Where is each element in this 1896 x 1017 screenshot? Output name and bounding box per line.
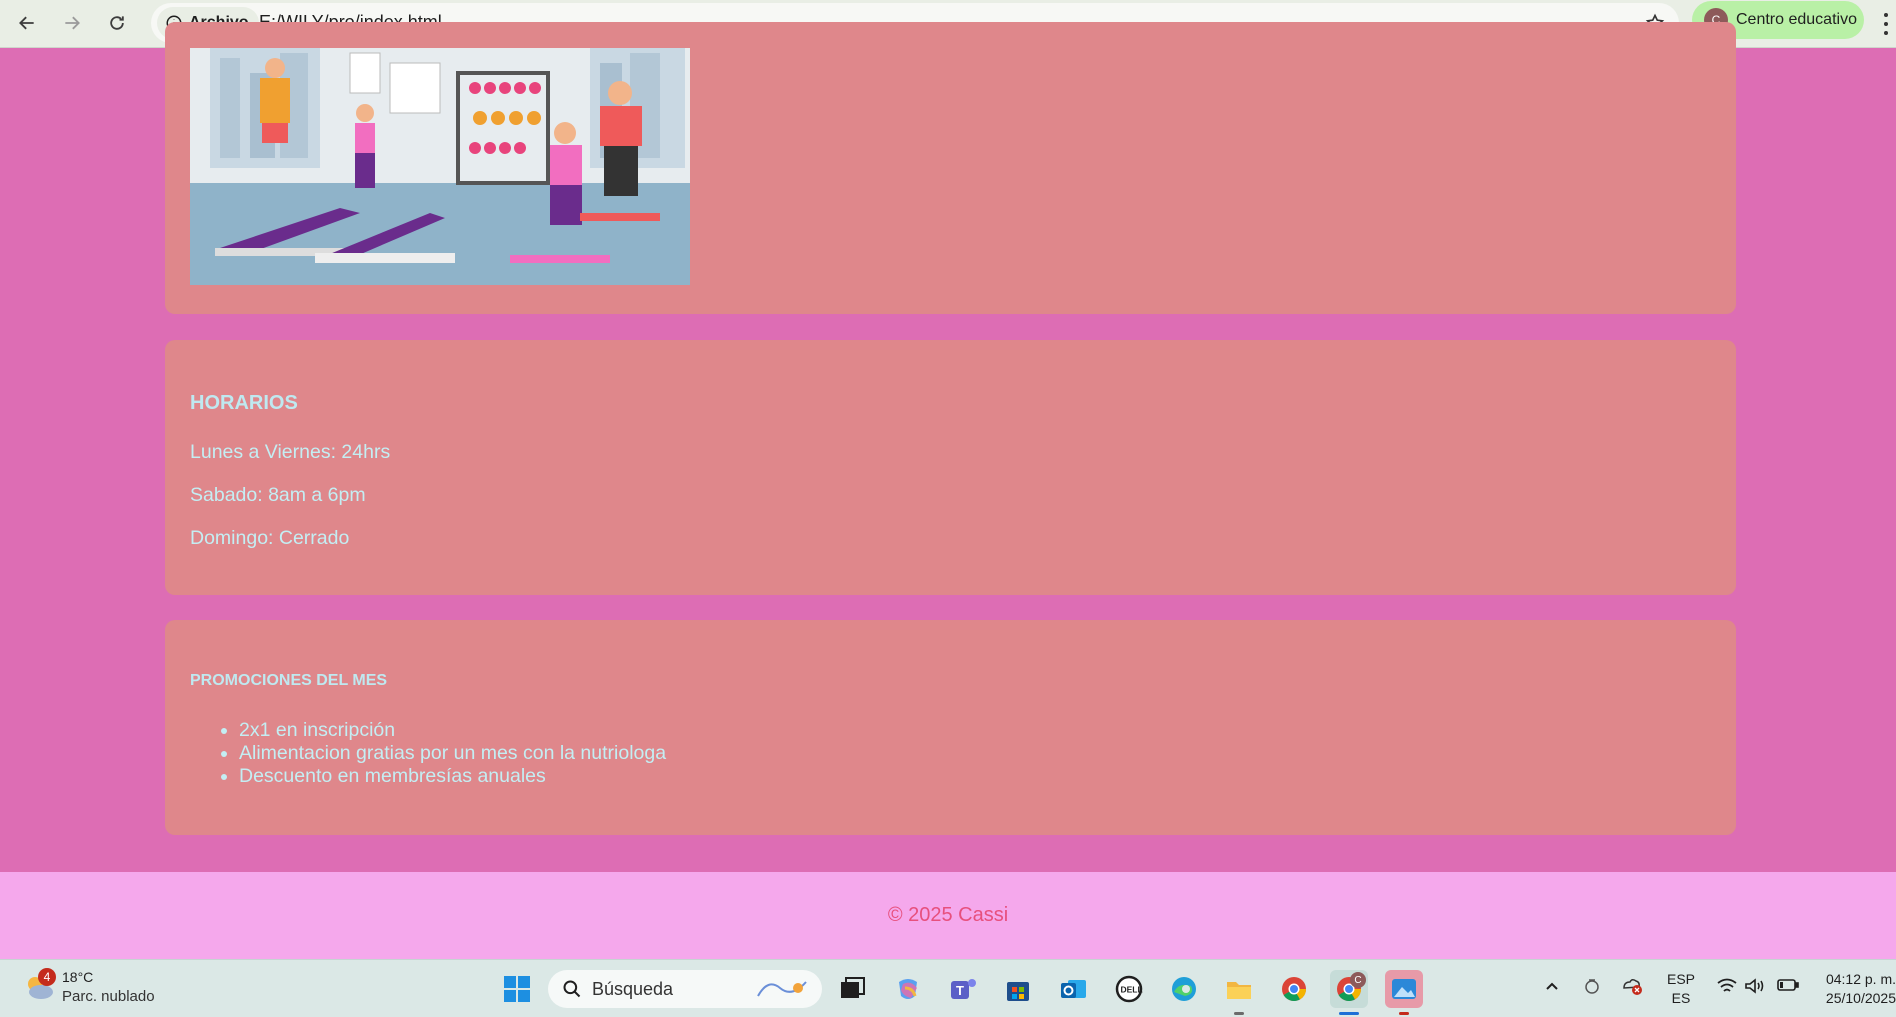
active-indicator bbox=[1339, 1012, 1359, 1015]
chrome-profile-icon[interactable]: C bbox=[1330, 970, 1368, 1008]
hero-card bbox=[165, 22, 1736, 314]
teams-icon[interactable]: T bbox=[944, 970, 982, 1008]
list-item: 2x1 en inscripción bbox=[239, 719, 666, 742]
schedule-card: HORARIOS Lunes a Viernes: 24hrs Sabado: … bbox=[165, 340, 1736, 595]
svg-text:DELL: DELL bbox=[1121, 985, 1143, 995]
back-arrow-icon[interactable] bbox=[10, 6, 44, 40]
edge-icon[interactable] bbox=[1165, 970, 1203, 1008]
language-line1: ESP bbox=[1667, 971, 1696, 987]
windows-start-icon[interactable] bbox=[498, 970, 536, 1008]
partly-cloudy-icon: 4 bbox=[22, 968, 56, 1004]
page-footer: © 2025 Cassi bbox=[0, 872, 1896, 959]
battery-icon[interactable] bbox=[1777, 978, 1799, 995]
promotions-list: 2x1 en inscripción Alimentacion gratias … bbox=[239, 719, 666, 788]
clock[interactable]: 04:12 p. m. 25/10/2025 bbox=[1818, 970, 1896, 1008]
gym-illustration-image bbox=[190, 48, 690, 285]
language-line2: ES bbox=[1671, 990, 1691, 1006]
search-placeholder: Búsqueda bbox=[592, 978, 674, 999]
store-icon[interactable] bbox=[999, 970, 1037, 1008]
chevron-up-icon[interactable] bbox=[1544, 978, 1560, 997]
security-alert-icon[interactable] bbox=[1621, 976, 1643, 999]
volume-icon[interactable] bbox=[1744, 977, 1766, 998]
outlook-icon[interactable] bbox=[1054, 970, 1092, 1008]
taskbar: 4 18°C Parc. nublado Búsqueda T DELL C E… bbox=[0, 959, 1896, 1017]
clock-date: 25/10/2025 bbox=[1825, 990, 1896, 1006]
promotions-title: PROMOCIONES DEL MES bbox=[190, 672, 388, 689]
svg-text:T: T bbox=[956, 983, 964, 998]
copilot-icon[interactable] bbox=[889, 970, 927, 1008]
search-icon bbox=[563, 980, 581, 998]
menu-kebab-icon[interactable] bbox=[1880, 8, 1892, 40]
schedule-saturday: Sabado: 8am a 6pm bbox=[190, 484, 366, 506]
file-explorer-icon[interactable] bbox=[1220, 970, 1258, 1008]
weather-temp: 18°C bbox=[62, 969, 94, 985]
chrome-icon[interactable] bbox=[1275, 970, 1313, 1008]
weather-desc: Parc. nublado bbox=[62, 988, 155, 1005]
list-item: Descuento en membresías anuales bbox=[239, 765, 666, 788]
search-highlight-icon bbox=[757, 981, 807, 997]
taskbar-search[interactable]: Búsqueda bbox=[548, 970, 822, 1008]
clock-time: 04:12 p. m. bbox=[1825, 971, 1896, 987]
weather-badge: 4 bbox=[38, 968, 56, 986]
language-indicator[interactable]: ESP ES bbox=[1667, 970, 1695, 1008]
running-indicator bbox=[1234, 1012, 1244, 1015]
onedrive-sync-icon[interactable] bbox=[1582, 976, 1602, 999]
wifi-icon[interactable] bbox=[1716, 977, 1738, 998]
task-view-icon[interactable] bbox=[833, 970, 871, 1008]
promotions-card: PROMOCIONES DEL MES 2x1 en inscripción A… bbox=[165, 620, 1736, 835]
schedule-sunday: Domingo: Cerrado bbox=[190, 527, 350, 549]
footer-copyright: © 2025 Cassi bbox=[887, 904, 1009, 926]
list-item: Alimentacion gratias por un mes con la n… bbox=[239, 742, 666, 765]
chrome-profile-badge: C bbox=[1350, 972, 1366, 988]
weather-widget[interactable]: 4 18°C Parc. nublado bbox=[22, 968, 155, 1006]
schedule-weekdays: Lunes a Viernes: 24hrs bbox=[190, 441, 391, 463]
running-indicator bbox=[1399, 1012, 1409, 1015]
forward-arrow-icon[interactable] bbox=[55, 6, 89, 40]
photos-icon[interactable] bbox=[1385, 970, 1423, 1008]
reload-icon[interactable] bbox=[100, 6, 134, 40]
profile-label: Centro educativo bbox=[1736, 11, 1857, 28]
dell-icon[interactable]: DELL bbox=[1110, 970, 1148, 1008]
schedule-title: HORARIOS bbox=[190, 392, 298, 414]
